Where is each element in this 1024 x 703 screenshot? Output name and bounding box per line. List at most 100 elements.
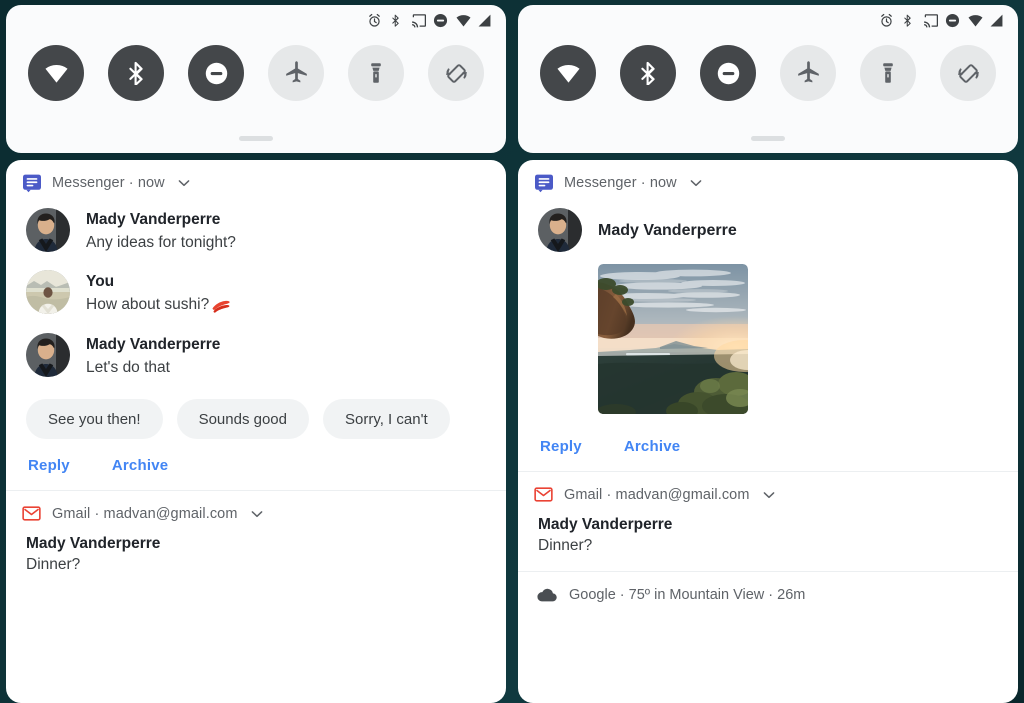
dnd-tile[interactable] [700, 45, 756, 101]
landscape-photo-attachment[interactable] [598, 264, 748, 414]
messages-icon [22, 173, 42, 193]
notification-shade: Messenger · now Mady Vanderperre Any ide… [6, 160, 506, 703]
notification-gmail[interactable]: Gmail · madvan@gmail.com Mady Vanderperr… [6, 490, 506, 590]
archive-action[interactable]: Archive [112, 457, 168, 474]
weather-row[interactable]: Google · 75º in Mountain View · 26m [534, 572, 1002, 616]
cast-icon [923, 13, 938, 28]
smart-reply-chip[interactable]: Sounds good [176, 399, 309, 440]
reply-action[interactable]: Reply [28, 457, 70, 474]
message-body: Mady Vanderperre [598, 218, 737, 242]
do-not-disturb-icon [716, 61, 741, 86]
message-text: Any ideas for tonight? [86, 232, 236, 254]
auto-rotate-icon [956, 61, 981, 86]
cast-icon [411, 13, 426, 28]
message-row[interactable]: Mady Vanderperre Let's do that [22, 327, 490, 389]
message-text: Let's do that [86, 357, 220, 379]
notification-header[interactable]: Gmail · madvan@gmail.com [22, 491, 490, 533]
drag-handle[interactable] [751, 136, 785, 141]
do-not-disturb-icon [204, 61, 229, 86]
notification-header[interactable]: Gmail · madvan@gmail.com [534, 472, 1002, 514]
notification-app-label: Messenger · now [52, 175, 165, 191]
gmail-icon [534, 485, 554, 505]
message-text-value: Any ideas for tonight? [86, 233, 236, 251]
archive-action[interactable]: Archive [624, 438, 680, 455]
airplane-icon [284, 60, 309, 86]
signal-icon [989, 13, 1004, 28]
signal-icon [477, 13, 492, 28]
airplane-tile[interactable] [780, 45, 836, 101]
message-text-value: Let's do that [86, 358, 170, 376]
alarm-icon [367, 13, 382, 28]
bluetooth-tile[interactable] [108, 45, 164, 101]
message-text-value: How about sushi? [86, 296, 210, 314]
gmail-title: Mady Vanderperre [538, 516, 673, 533]
quick-settings-tiles [518, 35, 1018, 101]
flashlight-icon [364, 61, 388, 85]
alarm-icon [879, 13, 894, 28]
message-text: How about sushi? [86, 294, 231, 316]
message-sender: Mady Vanderperre [86, 211, 221, 228]
chevron-down-icon[interactable] [761, 487, 777, 503]
chevron-down-icon[interactable] [249, 506, 265, 522]
airplane-tile[interactable] [268, 45, 324, 101]
weather-label: Google · 75º in Mountain View · 26m [569, 587, 806, 603]
message-row[interactable]: Mady Vanderperre Any ideas for tonight? [22, 202, 490, 264]
message-body: Mady Vanderperre Let's do that [86, 333, 220, 379]
bluetooth-icon [901, 13, 916, 28]
smart-reply-chip[interactable]: Sorry, I can't [323, 399, 450, 440]
notification-messenger[interactable]: Messenger · now Mady Vanderperre Reply A… [518, 160, 1018, 471]
message-sender: Mady Vanderperre [86, 335, 221, 353]
flashlight-tile[interactable] [348, 45, 404, 101]
dnd-tile[interactable] [188, 45, 244, 101]
avatar [26, 332, 70, 377]
drag-handle[interactable] [239, 136, 273, 141]
notification-actions: Reply Archive [22, 443, 490, 490]
message-sender: You [86, 273, 115, 291]
message-row[interactable]: Mady Vanderperre [534, 202, 1002, 256]
notification-google-weather[interactable]: Google · 75º in Mountain View · 26m [518, 571, 1018, 616]
cloud-icon [536, 584, 558, 606]
status-bar [518, 5, 1018, 35]
avatar [538, 208, 582, 252]
airplane-icon [796, 60, 821, 86]
notification-header[interactable]: Messenger · now [534, 160, 1002, 202]
do-not-disturb-icon [945, 13, 960, 28]
notification-messenger[interactable]: Messenger · now Mady Vanderperre Any ide… [6, 160, 506, 490]
smart-reply-chip[interactable]: See you then! [26, 399, 163, 440]
chevron-down-icon[interactable] [688, 175, 704, 191]
gmail-title: Mady Vanderperre [26, 535, 161, 553]
notification-gmail[interactable]: Gmail · madvan@gmail.com Mady Vanderperr… [518, 471, 1018, 571]
avatar [26, 208, 70, 252]
notification-actions: Reply Archive [534, 424, 1002, 471]
auto-rotate-tile[interactable] [428, 45, 484, 101]
bluetooth-tile[interactable] [620, 45, 676, 101]
auto-rotate-icon [444, 61, 469, 86]
message-sender: Mady Vanderperre [598, 222, 737, 240]
flashlight-icon [876, 61, 900, 85]
gmail-icon [22, 504, 42, 524]
wifi-icon [967, 13, 983, 28]
quick-settings-card [6, 5, 506, 153]
smart-reply-chips: See you then! Sounds good Sorry, I can't [22, 389, 490, 443]
notification-shade: Messenger · now Mady Vanderperre Reply A… [518, 160, 1018, 703]
wifi-tile[interactable] [540, 45, 596, 101]
notification-header[interactable]: Messenger · now [22, 160, 490, 202]
bluetooth-icon [124, 61, 148, 85]
quick-settings-tiles [6, 35, 506, 101]
sushi-emoji [211, 298, 231, 314]
message-body: You How about sushi? [86, 270, 231, 316]
attachment-wrapper [534, 256, 1002, 424]
right-phone-panel: Messenger · now Mady Vanderperre Reply A… [512, 0, 1024, 703]
bluetooth-icon [636, 61, 660, 85]
reply-action[interactable]: Reply [540, 438, 582, 455]
status-bar [6, 5, 506, 35]
notification-app-label: Gmail · madvan@gmail.com [52, 506, 238, 523]
message-row[interactable]: You How about sushi? [22, 264, 490, 326]
chevron-down-icon[interactable] [176, 175, 192, 191]
bluetooth-icon [389, 13, 404, 28]
flashlight-tile[interactable] [860, 45, 916, 101]
wifi-icon [455, 13, 471, 28]
notification-app-label: Messenger · now [564, 175, 677, 191]
auto-rotate-tile[interactable] [940, 45, 996, 101]
wifi-tile[interactable] [28, 45, 84, 101]
